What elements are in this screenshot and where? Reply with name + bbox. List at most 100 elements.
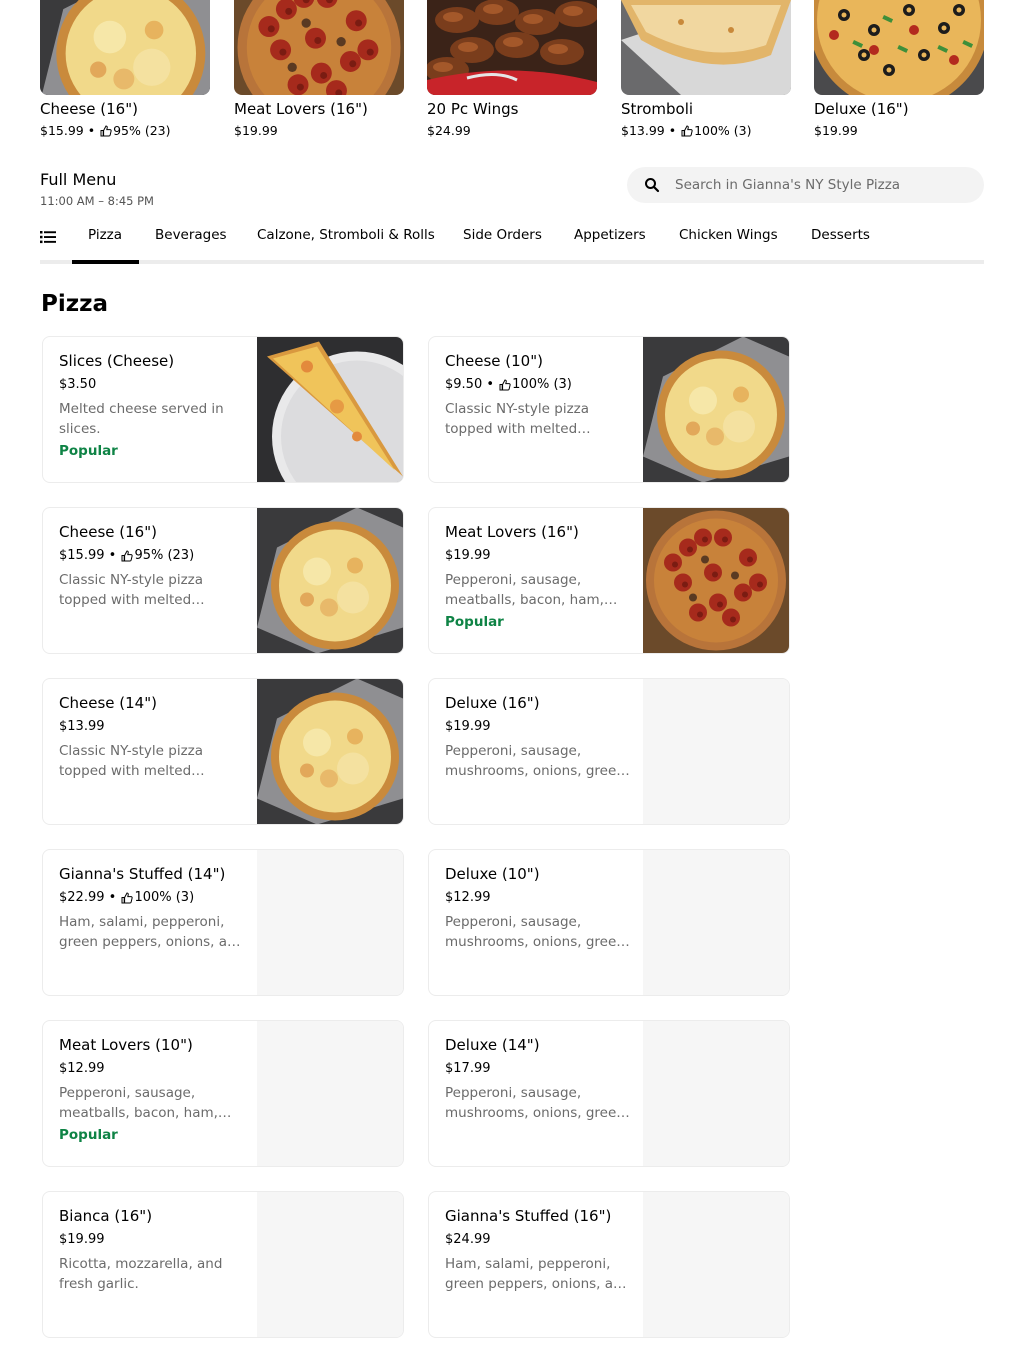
search-input[interactable]: Search in Gianna's NY Style Pizza (675, 177, 900, 193)
menu-item-body: Gianna's Stuffed (14") $22.99 • 100% (3) H… (59, 864, 245, 952)
featured-item[interactable]: Cheese (16") $15.99 • 95% (23) (40, 0, 210, 140)
menu-item-image (257, 850, 403, 995)
tab-beverages[interactable]: Beverages (155, 226, 227, 244)
thumbs-up-icon (121, 550, 134, 562)
featured-item-name: Deluxe (16") (814, 100, 909, 118)
menu-item-meta: $19.99 (59, 1231, 245, 1249)
menu-item-body: Gianna's Stuffed (16") $24.99 Ham, salami,… (445, 1206, 631, 1294)
featured-item-price: $15.99 (40, 123, 84, 138)
menu-item-price: $12.99 (59, 1061, 105, 1076)
menu-item-card[interactable]: Gianna's Stuffed (16") $24.99 Ham, salami,… (428, 1191, 790, 1338)
menu-item-description: Classic NY-style pizza topped with melte… (59, 572, 204, 608)
menu-item-body: Meat Lovers (16") $19.99 Pepperoni, sausag… (445, 522, 631, 632)
menu-item-name: Meat Lovers (16") (445, 523, 579, 541)
menu-item-price: $19.99 (445, 719, 491, 734)
menu-item-card[interactable]: Bianca (16") $19.99 Ricotta, mozzarella, a… (42, 1191, 404, 1338)
menu-item-name: Deluxe (14") (445, 1036, 540, 1054)
menu-item-card[interactable]: Cheese (10") $9.50 • 100% (3) Classic NY-s… (428, 336, 790, 483)
featured-item-image (234, 0, 404, 95)
popular-badge: Popular (59, 443, 118, 459)
thumbs-up-icon (681, 125, 693, 137)
menu-item-card[interactable]: Meat Lovers (10") $12.99 Pepperoni, sausag… (42, 1020, 404, 1167)
category-tabs: Pizza Beverages Calzone, Stromboli & Rolls… (40, 222, 984, 264)
menu-item-price: $17.99 (445, 1061, 491, 1076)
menu-item-name: Meat Lovers (10") (59, 1036, 193, 1054)
menu-item-image (257, 337, 403, 482)
featured-item-meta: $19.99 (814, 122, 984, 140)
featured-item-name: Meat Lovers (16") (234, 100, 368, 118)
menu-item-meta: $9.50 • 100% (3) (445, 376, 631, 394)
featured-item-meta: $19.99 (234, 122, 404, 140)
menu-item-name: Slices (Cheese) (59, 352, 175, 370)
featured-item-price: $24.99 (427, 123, 471, 138)
menu-item-price: $19.99 (445, 548, 491, 563)
menu-item-body: Deluxe (14") $17.99 Pepperoni, sausage, mu… (445, 1035, 631, 1123)
list-icon[interactable] (40, 230, 56, 244)
menu-title: Full Menu (40, 170, 117, 189)
menu-item-description: Ham, salami, pepperoni, green peppers, o… (445, 1256, 631, 1292)
menu-item-body: Deluxe (10") $12.99 Pepperoni, sausage, mu… (445, 864, 631, 952)
menu-item-meta: $19.99 (445, 718, 631, 736)
menu-item-price: $19.99 (59, 1232, 105, 1247)
menu-item-card[interactable]: Gianna's Stuffed (14") $22.99 • 100% (3) H… (42, 849, 404, 996)
menu-item-image (257, 679, 403, 824)
thumbs-up-icon (100, 125, 112, 137)
menu-item-meta: $12.99 (59, 1060, 245, 1078)
menu-item-card[interactable]: Deluxe (14") $17.99 Pepperoni, sausage, mu… (428, 1020, 790, 1167)
tab-chicken-wings[interactable]: Chicken Wings (679, 226, 778, 244)
menu-item-price: $3.50 (59, 377, 97, 392)
meta-separator: • (482, 377, 499, 392)
featured-items: Cheese (16") $15.99 • 95% (23) Meat Lovers… (40, 0, 984, 150)
featured-item-name: Cheese (16") (40, 100, 138, 118)
featured-item[interactable]: Deluxe (16") $19.99 (814, 0, 984, 140)
menu-item-body: Cheese (10") $9.50 • 100% (3) Classic NY-s… (445, 351, 631, 439)
featured-item-meta: $24.99 (427, 122, 597, 140)
menu-item-description: Classic NY-style pizza topped with melte… (59, 743, 204, 779)
tab-calzone-stromboli-rolls[interactable]: Calzone, Stromboli & Rolls (257, 226, 435, 244)
tab-side-orders[interactable]: Side Orders (463, 226, 542, 244)
featured-item-image (621, 0, 791, 95)
menu-item-image (643, 1021, 789, 1166)
menu-item-description: Pepperoni, sausage, mushrooms, onions, g… (445, 1085, 625, 1121)
menu-item-meta: $15.99 • 95% (23) (59, 547, 245, 565)
menu-item-card[interactable]: Deluxe (16") $19.99 Pepperoni, sausage, mu… (428, 678, 790, 825)
menu-item-card[interactable]: Meat Lovers (16") $19.99 Pepperoni, sausag… (428, 507, 790, 654)
menu-item-rating: 95% (23) (134, 548, 195, 563)
featured-item[interactable]: 20 Pc Wings $24.99 (427, 0, 597, 140)
menu-item-name: Cheese (16") (59, 523, 157, 541)
menu-item-image (643, 850, 789, 995)
tab-desserts[interactable]: Desserts (811, 226, 870, 244)
tabs-divider (40, 260, 984, 264)
menu-item-image (643, 337, 789, 482)
tab-appetizers[interactable]: Appetizers (574, 226, 646, 244)
menu-item-card[interactable]: Cheese (16") $15.99 • 95% (23) Classic NY-… (42, 507, 404, 654)
menu-item-price: $22.99 (59, 890, 105, 905)
menu-item-description: Melted cheese served in slices. (59, 401, 224, 437)
featured-item[interactable]: Meat Lovers (16") $19.99 (234, 0, 404, 140)
menu-item-price: $15.99 (59, 548, 105, 563)
menu-item-description: Pepperoni, sausage, mushrooms, onions, g… (445, 743, 625, 779)
menu-item-card[interactable]: Slices (Cheese) $3.50 Melted cheese served… (42, 336, 404, 483)
menu-item-image (257, 1021, 403, 1166)
menu-item-body: Cheese (16") $15.99 • 95% (23) Classic NY-… (59, 522, 245, 610)
tab-pizza[interactable]: Pizza (88, 226, 122, 244)
menu-item-meta: $17.99 (445, 1060, 631, 1078)
featured-item[interactable]: Stromboli $13.99 • 100% (3) (621, 0, 791, 140)
featured-item-price: $19.99 (814, 123, 858, 138)
menu-item-body: Bianca (16") $19.99 Ricotta, mozzarella, a… (59, 1206, 245, 1294)
featured-item-price: $19.99 (234, 123, 278, 138)
menu-item-meta: $13.99 (59, 718, 245, 736)
menu-item-price: $9.50 (445, 377, 483, 392)
menu-item-card[interactable]: Deluxe (10") $12.99 Pepperoni, sausage, mu… (428, 849, 790, 996)
menu-item-price: $24.99 (445, 1232, 491, 1247)
meta-separator: • (104, 890, 121, 905)
search-box[interactable]: Search in Gianna's NY Style Pizza (627, 167, 984, 203)
menu-item-image (643, 508, 789, 653)
menu-item-image (643, 1192, 789, 1337)
menu-item-rating: 100% (3) (134, 890, 195, 905)
featured-item-image (427, 0, 597, 95)
featured-item-image (40, 0, 210, 95)
popular-badge: Popular (59, 1127, 118, 1143)
menu-item-description: Pepperoni, sausage, meatballs, bacon, ha… (445, 572, 604, 608)
menu-item-card[interactable]: Cheese (14") $13.99 Classic NY-style pizza… (42, 678, 404, 825)
